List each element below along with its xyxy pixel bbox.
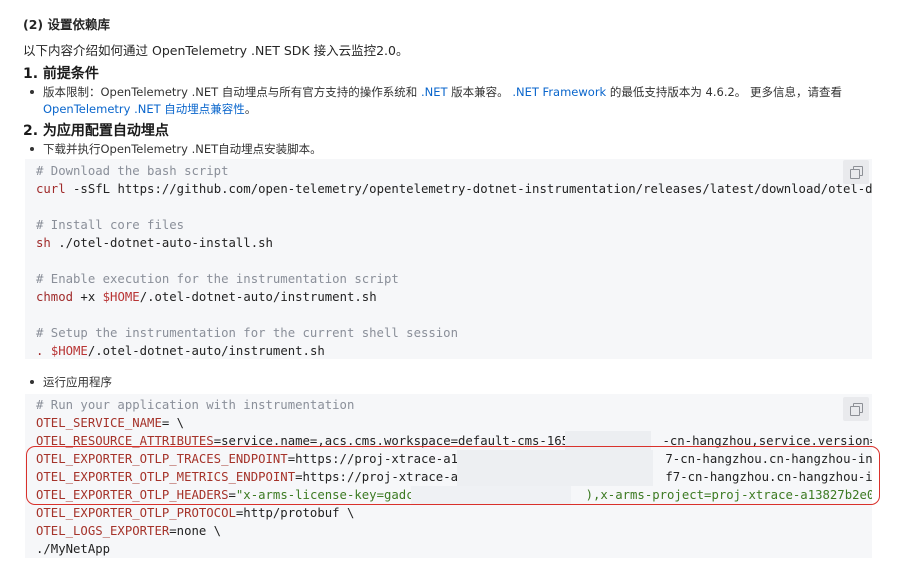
code-comment: # Install core files xyxy=(36,218,185,232)
code-comment: # Download the bash script xyxy=(36,164,229,178)
prereq-line2: OpenTelemetry .NET 自动埋点兼容性。 xyxy=(43,101,256,117)
bullet-dot xyxy=(30,146,34,151)
dotnet-framework-link[interactable]: .NET Framework xyxy=(512,85,606,99)
code-line-app: ./MyNetApp xyxy=(36,542,111,556)
config-bullet-1-text: 下载并执行OpenTelemetry .NET自动埋点安装脚本。 xyxy=(43,142,322,156)
code-line-service-name: OTEL_SERVICE_NAME= \ xyxy=(36,414,184,432)
prereq-text-a: 版本限制：OpenTelemetry .NET 自动埋点与所有官方支持的操作系统… xyxy=(43,85,421,99)
copy-icon-front xyxy=(850,406,860,416)
env-var-name: OTEL_EXPORTER_OTLP_PROTOCOL xyxy=(36,506,236,520)
code-comment: # Run your application with instrumentat… xyxy=(36,398,355,412)
code-comment: # Setup the instrumentation for the curr… xyxy=(36,326,458,340)
config-heading: 2. 为应用配置自动埋点 xyxy=(23,123,169,139)
code-text: -sSfL https://github.com/open-telemetry/… xyxy=(73,182,872,196)
code-text: = \ xyxy=(161,416,185,430)
code-text: +x xyxy=(73,290,103,304)
copy-icon-front xyxy=(850,169,860,179)
highlight-box xyxy=(26,446,880,505)
code-line-source: . $HOME/.otel-dotnet-auto/instrument.sh xyxy=(36,342,325,359)
dotnet-link[interactable]: .NET xyxy=(421,85,448,99)
copy-button[interactable] xyxy=(843,160,869,184)
code-cmd: chmod xyxy=(36,290,74,304)
code-var: $HOME xyxy=(102,290,140,304)
bullet-dot xyxy=(30,379,34,384)
copy-button[interactable] xyxy=(843,397,869,421)
bullet-dot xyxy=(30,89,34,94)
config-bullet-1: 下载并执行OpenTelemetry .NET自动埋点安装脚本。 xyxy=(30,141,322,157)
code-cmd: sh xyxy=(36,236,51,250)
prereq-bullet: 版本限制：OpenTelemetry .NET 自动埋点与所有官方支持的操作系统… xyxy=(30,84,842,100)
prereq-line2-end: 。 xyxy=(244,102,257,116)
intro-text: 以下内容介绍如何通过 OpenTelemetry .NET SDK 接入云监控2… xyxy=(23,43,409,58)
code-cmd: curl xyxy=(36,182,66,196)
compat-link[interactable]: OpenTelemetry .NET 自动埋点兼容性 xyxy=(43,102,245,116)
code-line-protocol: OTEL_EXPORTER_OTLP_PROTOCOL=http/protobu… xyxy=(36,504,354,522)
env-var-name: OTEL_LOGS_EXPORTER xyxy=(36,524,170,538)
prereq-heading: 1. 前提条件 xyxy=(23,66,99,82)
prereq-text-b: 版本兼容。 xyxy=(447,85,513,99)
code-text: /.otel-dotnet-auto/instrument.sh xyxy=(139,290,377,304)
code-line-logs-exporter: OTEL_LOGS_EXPORTER=none \ xyxy=(36,522,221,540)
code-var: $HOME xyxy=(50,344,88,358)
code-text: ./otel-dotnet-auto-install.sh xyxy=(50,236,273,250)
config-bullet-2: 运行应用程序 xyxy=(30,374,112,390)
env-var-name: OTEL_SERVICE_NAME xyxy=(36,416,162,430)
code-line-chmod: chmod +x $HOME/.otel-dotnet-auto/instrum… xyxy=(36,288,377,306)
code-block-install[interactable]: # Download the bash script curl -sSfL ht… xyxy=(25,159,872,359)
code-line-sh: sh ./otel-dotnet-auto-install.sh xyxy=(36,234,273,252)
config-bullet-2-text: 运行应用程序 xyxy=(43,375,112,389)
section-title: (2) 设置依赖库 xyxy=(23,17,110,32)
code-text: =none \ xyxy=(169,524,222,538)
code-text: /.otel-dotnet-auto/instrument.sh xyxy=(87,344,325,358)
code-text: =http/protobuf \ xyxy=(235,506,355,520)
prereq-text-c: 的最低支持版本为 4.6.2。 更多信息，请查看 xyxy=(606,85,842,99)
code-comment: # Enable execution for the instrumentati… xyxy=(36,272,399,286)
code-line-curl: curl -sSfL https://github.com/open-telem… xyxy=(36,180,872,198)
